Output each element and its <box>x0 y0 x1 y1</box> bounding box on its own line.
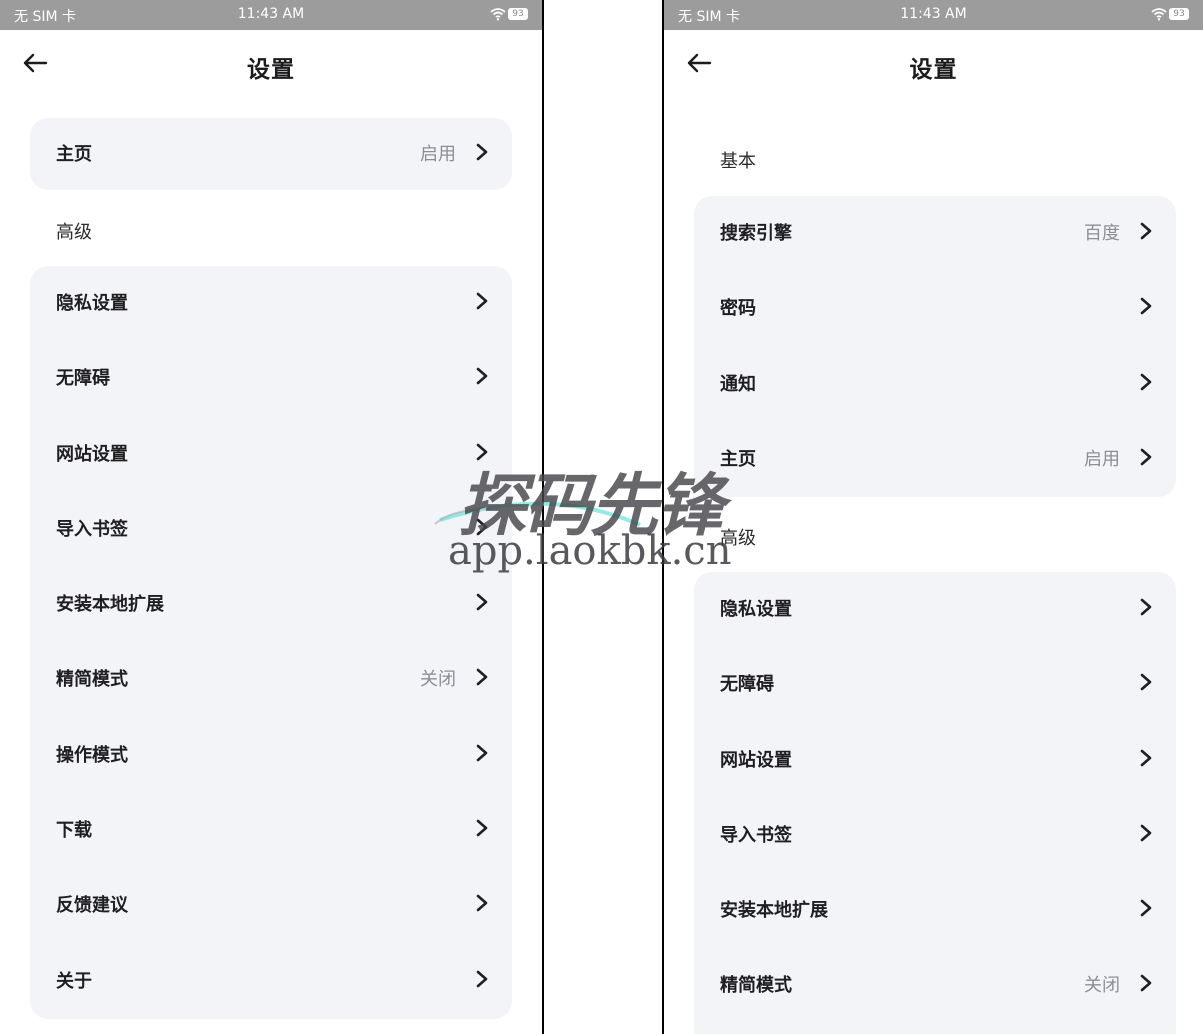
chevron-right-icon <box>1140 749 1152 766</box>
row-label: 网站设置 <box>56 443 128 465</box>
chevron-right-icon <box>476 895 488 912</box>
status-bar: 无 SIM 卡 11:43 AM 93 <box>664 0 1203 30</box>
wifi-icon <box>1151 8 1167 21</box>
row-label: 搜索引擎 <box>720 223 792 244</box>
chevron-right-icon <box>476 143 488 161</box>
chevron-right-icon <box>1140 598 1152 616</box>
row-label: 操作模式 <box>56 744 128 766</box>
page-title: 设置 <box>247 57 295 83</box>
row-value: 关闭 <box>420 669 456 691</box>
status-bar: 无 SIM 卡 11:43 AM 93 <box>0 0 542 30</box>
row-value: 启用 <box>1084 448 1120 470</box>
row-label: 反馈建议 <box>56 895 128 917</box>
status-time: 11:43 AM <box>900 6 967 22</box>
settings-row-site-settings[interactable]: 网站设置 <box>30 417 512 492</box>
chevron-right-icon <box>1140 222 1152 240</box>
section-label-basic: 基本 <box>720 151 756 172</box>
row-label: 精简模式 <box>720 975 792 997</box>
section-label-advanced: 高级 <box>720 528 756 549</box>
row-value: 关闭 <box>1084 975 1120 997</box>
settings-row-privacy[interactable]: 隐私设置 <box>694 572 1176 647</box>
row-label: 导入书签 <box>720 824 792 846</box>
chevron-right-icon <box>476 518 488 536</box>
row-label: 网站设置 <box>720 749 792 771</box>
right-screen: 无 SIM 卡 11:43 AM 93 设置 基本 搜索引擎 百度 密码 通知 <box>664 0 1203 1034</box>
chevron-right-icon <box>476 593 488 611</box>
row-label: 关于 <box>56 970 92 992</box>
settings-row-feedback[interactable]: 反馈建议 <box>30 868 512 943</box>
row-label: 安装本地扩展 <box>56 594 164 616</box>
chevron-right-icon <box>1140 824 1152 842</box>
row-label: 无障碍 <box>56 368 110 390</box>
advanced-card: 隐私设置 无障碍 网站设置 导入书签 安装本地扩展 精简模式 关闭 <box>30 266 512 1019</box>
chevron-right-icon <box>476 970 488 987</box>
homepage-card: 主页 启用 <box>30 118 512 190</box>
settings-row-import-bookmarks[interactable]: 导入书签 <box>694 798 1176 873</box>
chevron-right-icon <box>1140 673 1152 691</box>
row-label: 隐私设置 <box>720 599 792 620</box>
row-label: 导入书签 <box>56 518 128 540</box>
settings-row-install-extension[interactable]: 安装本地扩展 <box>30 567 512 642</box>
settings-row-import-bookmarks[interactable]: 导入书签 <box>30 492 512 567</box>
basic-card: 搜索引擎 百度 密码 通知 主页 启用 <box>694 196 1176 498</box>
row-label: 精简模式 <box>56 669 128 691</box>
settings-row-lite-mode[interactable]: 精简模式 关闭 <box>30 642 512 717</box>
row-label: 隐私设置 <box>56 293 128 314</box>
status-time: 11:43 AM <box>237 6 305 22</box>
header: 设置 <box>664 30 1203 100</box>
row-label: 主页 <box>720 448 756 470</box>
chevron-right-icon <box>476 443 488 460</box>
battery-icon: 93 <box>508 8 528 20</box>
row-label: 主页 <box>56 144 92 165</box>
settings-row-accessibility[interactable]: 无障碍 <box>694 647 1176 722</box>
settings-row-notifications[interactable]: 通知 <box>694 347 1176 422</box>
settings-row-install-extension[interactable]: 安装本地扩展 <box>694 873 1176 948</box>
settings-row-site-settings[interactable]: 网站设置 <box>694 723 1176 798</box>
battery-icon: 93 <box>1169 8 1189 20</box>
settings-row-homepage[interactable]: 主页 启用 <box>30 118 512 190</box>
chevron-right-icon <box>1140 373 1152 390</box>
row-label: 通知 <box>720 373 756 395</box>
row-label: 下载 <box>56 820 92 842</box>
left-screen: 无 SIM 卡 11:43 AM 93 设置 主页 启用 高级 隐私设置 无障碍 <box>0 0 542 1034</box>
settings-row-operation-mode[interactable]: 操作模式 <box>30 718 512 793</box>
section-label-advanced: 高级 <box>56 222 92 243</box>
row-label: 密码 <box>720 298 756 320</box>
row-label: 无障碍 <box>720 674 774 696</box>
chevron-right-icon <box>1140 297 1152 315</box>
advanced-card: 隐私设置 无障碍 网站设置 导入书签 安装本地扩展 精简模式 关闭 <box>694 572 1176 1034</box>
chevron-right-icon <box>476 292 488 310</box>
row-value: 百度 <box>1084 223 1120 244</box>
settings-row-about[interactable]: 关于 <box>30 944 512 1019</box>
settings-row-homepage[interactable]: 主页 启用 <box>694 422 1176 497</box>
chevron-right-icon <box>476 819 488 837</box>
header: 设置 <box>0 30 542 100</box>
page-title: 设置 <box>909 57 958 83</box>
settings-row-passwords[interactable]: 密码 <box>694 271 1176 346</box>
settings-row-accessibility[interactable]: 无障碍 <box>30 341 512 416</box>
chevron-right-icon <box>476 669 488 686</box>
row-value: 启用 <box>420 144 456 165</box>
chevron-right-icon <box>1140 975 1152 992</box>
chevron-right-icon <box>476 744 488 762</box>
settings-row-search-engine[interactable]: 搜索引擎 百度 <box>694 196 1176 271</box>
chevron-right-icon <box>1140 448 1152 466</box>
divider-line <box>542 0 544 1034</box>
chevron-right-icon <box>476 367 488 385</box>
settings-row-privacy[interactable]: 隐私设置 <box>30 266 512 341</box>
settings-row-lite-mode[interactable]: 精简模式 关闭 <box>694 948 1176 1023</box>
chevron-right-icon <box>1140 899 1152 917</box>
settings-row-downloads[interactable]: 下载 <box>30 793 512 868</box>
wifi-icon <box>490 8 506 21</box>
row-label: 安装本地扩展 <box>720 900 828 922</box>
